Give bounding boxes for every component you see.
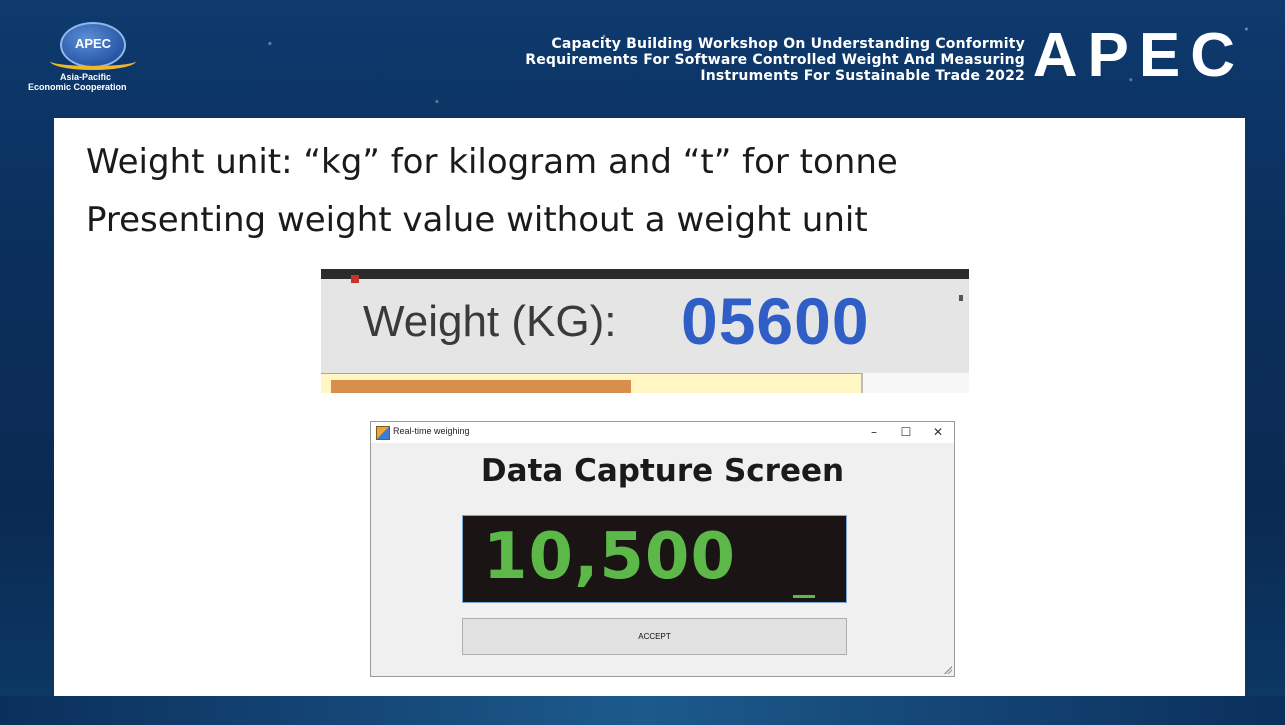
- crop-field-edge: [861, 373, 969, 393]
- apec-logo: APEC Asia-Pacific Economic Cooperation: [28, 22, 168, 102]
- workshop-title-line1: Capacity Building Workshop On Understand…: [551, 36, 1025, 52]
- slide-text-line-1: Weight unit: “kg” for kilogram and “t” f…: [86, 142, 898, 182]
- crop-red-marker: [351, 275, 359, 283]
- apec-logo-caption-line2: Economic Cooperation: [28, 82, 127, 92]
- slide-text-line-2: Presenting weight value without a weight…: [86, 200, 868, 240]
- accept-button[interactable]: ACCEPT: [462, 618, 847, 655]
- apec-logo-mark: APEC: [74, 36, 112, 51]
- slide: APEC Asia-Pacific Economic Cooperation C…: [0, 0, 1285, 725]
- close-button[interactable]: ✕: [922, 422, 954, 443]
- window-title: Real-time weighing: [393, 426, 470, 436]
- weight-label: Weight (KG):: [363, 297, 617, 346]
- crop-cut-off-text: [331, 380, 631, 393]
- apec-logo-caption-line1: Asia-Pacific: [60, 72, 112, 82]
- weight-reading-display: 10,500: [462, 515, 847, 603]
- apec-logo-caption: Asia-Pacific Economic Cooperation: [28, 72, 168, 92]
- apec-logo-swoosh: [50, 52, 136, 70]
- slide-footer-band: [0, 696, 1285, 725]
- workshop-title: Capacity Building Workshop On Understand…: [465, 36, 1025, 84]
- crop-edge-mark: [959, 295, 963, 301]
- slide-header: APEC Asia-Pacific Economic Cooperation C…: [0, 0, 1285, 118]
- resize-grip-icon[interactable]: [944, 666, 952, 674]
- workshop-title-line2: Requirements For Software Controlled Wei…: [525, 52, 1025, 68]
- crop-yellow-field: [321, 373, 861, 393]
- maximize-button[interactable]: ☐: [890, 422, 922, 443]
- minimize-button[interactable]: –: [858, 422, 890, 443]
- window-titlebar[interactable]: Real-time weighing – ☐ ✕: [371, 422, 954, 443]
- data-capture-heading: Data Capture Screen: [480, 453, 845, 489]
- crop-top-bar: [321, 269, 969, 279]
- weight-value: 05600: [681, 284, 870, 358]
- realtime-weighing-window: Real-time weighing – ☐ ✕ Data Capture Sc…: [370, 421, 955, 677]
- app-icon: [376, 426, 390, 440]
- apec-brand-word: APEC: [1032, 21, 1245, 90]
- display-cursor: [793, 595, 815, 598]
- workshop-title-line3: Instruments For Sustainable Trade 2022: [700, 68, 1025, 84]
- slide-content: Weight unit: “kg” for kilogram and “t” f…: [54, 118, 1245, 696]
- weight-reading-value: 10,500: [483, 520, 736, 594]
- weight-display-screenshot: Weight (KG): 05600: [321, 269, 969, 393]
